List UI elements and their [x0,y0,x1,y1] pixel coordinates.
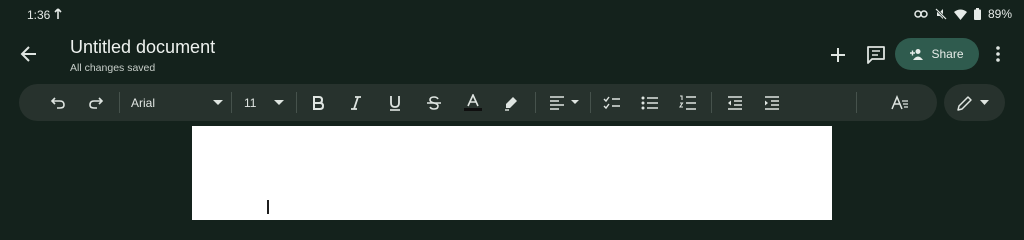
edit-mode-icon [956,94,974,112]
status-time: 1:36 [27,8,51,22]
numbered-list-icon[interactable] [677,84,699,121]
toolbar-divider [119,92,120,113]
mute-icon [935,8,947,20]
align-left-icon [549,95,565,110]
formatting-toolbar: Arial 11 [19,84,937,121]
font-size-value: 11 [244,95,257,110]
text-color-icon[interactable] [462,84,484,121]
chevron-down-icon [274,99,284,106]
upload-arrow-icon [54,8,62,20]
person-add-icon [910,48,924,60]
chevron-down-icon [571,100,579,105]
undo-icon[interactable] [47,84,69,121]
checklist-icon[interactable] [601,84,623,121]
toolbar-divider [296,92,297,113]
increase-indent-icon[interactable] [762,84,782,121]
toolbar-divider [711,92,712,113]
link-icon [914,9,928,19]
back-arrow-icon[interactable] [18,43,40,65]
font-size-dropdown[interactable]: 11 [244,84,284,121]
bullet-list-icon[interactable] [639,84,661,121]
save-status: All changes saved [70,62,156,74]
more-vert-icon[interactable] [988,44,1008,64]
highlight-icon[interactable] [501,84,521,121]
font-family-dropdown[interactable]: Arial [131,84,223,121]
share-label: Share [931,47,964,61]
toolbar-divider [590,92,591,113]
text-cursor [267,200,269,214]
italic-icon[interactable] [347,84,365,121]
redo-icon[interactable] [85,84,107,121]
underline-icon[interactable] [386,84,404,121]
toolbar-divider [535,92,536,113]
toolbar-divider [856,92,857,113]
edit-mode-button[interactable] [944,84,1005,121]
battery-icon [973,8,981,20]
toolbar-divider [231,92,232,113]
share-button[interactable]: Share [895,38,979,70]
text-format-icon[interactable] [889,84,911,121]
wifi-icon [953,9,967,20]
chevron-down-icon [213,99,223,106]
document-title[interactable]: Untitled document [70,37,215,58]
comment-icon[interactable] [864,43,888,67]
decrease-indent-icon[interactable] [725,84,745,121]
battery-percentage: 89% [987,7,1012,21]
chevron-down-icon [980,100,989,105]
status-icons: 89% [914,7,1012,21]
bold-icon[interactable] [309,84,327,121]
align-dropdown[interactable] [549,84,579,121]
strikethrough-icon[interactable] [424,84,444,121]
add-icon[interactable] [826,43,850,67]
font-family-value: Arial [131,95,156,110]
document-page[interactable] [192,126,832,220]
